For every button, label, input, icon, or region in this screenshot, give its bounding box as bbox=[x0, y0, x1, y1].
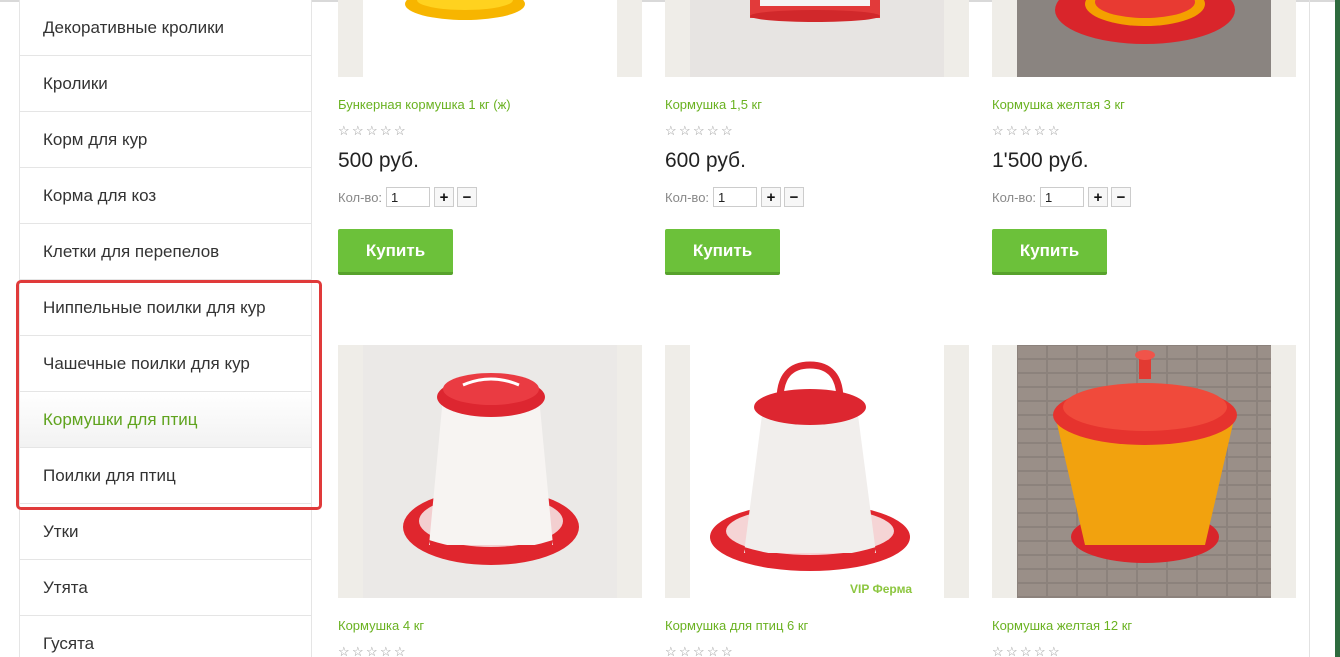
rating-stars[interactable]: ☆ ☆ ☆ ☆ ☆ bbox=[992, 645, 1296, 657]
star-icon[interactable]: ☆ bbox=[721, 124, 733, 137]
sidebar-item-ducklings[interactable]: Утята bbox=[20, 560, 311, 616]
star-icon[interactable]: ☆ bbox=[693, 124, 705, 137]
star-icon[interactable]: ☆ bbox=[721, 645, 733, 657]
sidebar-item-goat-feed[interactable]: Корма для коз bbox=[20, 168, 311, 224]
product-name[interactable]: Кормушка желтая 12 кг bbox=[992, 618, 1296, 636]
star-icon[interactable]: ☆ bbox=[380, 645, 392, 657]
star-icon[interactable]: ☆ bbox=[693, 645, 705, 657]
product-name[interactable]: Кормушка желтая 3 кг bbox=[992, 97, 1296, 115]
quantity-label: Кол-во: bbox=[338, 189, 383, 205]
quantity-control: Кол-во: + − bbox=[665, 187, 969, 207]
sidebar-item-rabbits[interactable]: Кролики bbox=[20, 56, 311, 112]
rating-stars[interactable]: ☆ ☆ ☆ ☆ ☆ bbox=[338, 645, 642, 657]
quantity-control: Кол-во: + − bbox=[992, 187, 1296, 207]
star-icon[interactable]: ☆ bbox=[366, 124, 378, 137]
star-icon[interactable]: ☆ bbox=[1034, 645, 1046, 657]
quantity-control: Кол-во: + − bbox=[338, 187, 642, 207]
decrease-quantity-button[interactable]: − bbox=[457, 187, 478, 207]
star-icon[interactable]: ☆ bbox=[352, 124, 364, 137]
sidebar-item-bird-drinkers[interactable]: Поилки для птиц bbox=[20, 448, 311, 504]
product-name[interactable]: Кормушка 1,5 кг bbox=[665, 97, 969, 115]
star-icon[interactable]: ☆ bbox=[665, 124, 677, 137]
increase-quantity-button[interactable]: + bbox=[1088, 187, 1109, 207]
star-icon[interactable]: ☆ bbox=[665, 645, 677, 657]
star-icon[interactable]: ☆ bbox=[992, 124, 1004, 137]
rating-stars[interactable]: ☆ ☆ ☆ ☆ ☆ bbox=[338, 124, 642, 137]
product-card: Кормушка 4 кг ☆ ☆ ☆ ☆ ☆ bbox=[338, 345, 642, 657]
product-card: Кормушка 1,5 кг ☆☆☆☆☆ 600 руб. Кол-во: +… bbox=[665, 0, 969, 275]
quantity-input[interactable] bbox=[713, 187, 758, 207]
quantity-input[interactable] bbox=[1040, 187, 1085, 207]
product-image[interactable] bbox=[338, 345, 642, 598]
star-icon[interactable]: ☆ bbox=[394, 124, 406, 137]
product-name[interactable]: Кормушка 4 кг bbox=[338, 618, 642, 636]
product-card: Кормушка желтая 3 кг ☆ ☆ ☆ ☆ ☆ 1'500 руб. Ко… bbox=[992, 0, 1296, 275]
star-icon[interactable]: ☆ bbox=[394, 645, 406, 657]
product-image[interactable] bbox=[665, 0, 969, 77]
star-icon[interactable]: ☆ bbox=[1020, 645, 1032, 657]
star-icon[interactable]: ☆ bbox=[1034, 124, 1046, 137]
buy-button[interactable]: Купить bbox=[992, 229, 1107, 275]
content-right-border bbox=[1309, 0, 1310, 657]
product-image[interactable] bbox=[992, 0, 1296, 77]
sidebar-item-nipple-drinkers[interactable]: Ниппельные поилки для кур bbox=[20, 280, 311, 336]
product-price: 1'500 руб. bbox=[992, 149, 1089, 172]
star-icon[interactable]: ☆ bbox=[366, 645, 378, 657]
decrease-quantity-button[interactable]: − bbox=[784, 187, 805, 207]
product-name[interactable]: Бункерная кормушка 1 кг (ж) bbox=[338, 97, 642, 115]
window-edge bbox=[1335, 0, 1340, 657]
star-icon[interactable]: ☆ bbox=[352, 645, 364, 657]
star-icon[interactable]: ☆ bbox=[707, 645, 719, 657]
sidebar-item-chicken-feed[interactable]: Корм для кур bbox=[20, 112, 311, 168]
product-card: Бункерная кормушка 1 кг (ж) ☆ ☆ ☆ ☆ ☆ 500 ру… bbox=[338, 0, 642, 275]
star-icon[interactable]: ☆ bbox=[707, 124, 719, 137]
increase-quantity-button[interactable]: + bbox=[434, 187, 455, 207]
increase-quantity-button[interactable]: + bbox=[761, 187, 782, 207]
sidebar-item-goslings[interactable]: Гусята bbox=[20, 616, 311, 657]
quantity-input[interactable] bbox=[386, 187, 431, 207]
product-name[interactable]: Кормушка для птиц 6 кг bbox=[665, 618, 969, 636]
product-card: VIP Ферма Кормушка для птиц 6 кг ☆ ☆ ☆ ☆ ☆ bbox=[665, 345, 969, 657]
product-image[interactable]: VIP Ферма bbox=[665, 345, 969, 598]
rating-stars[interactable]: ☆ ☆ ☆ ☆ ☆ bbox=[665, 124, 969, 137]
star-icon[interactable]: ☆ bbox=[1006, 645, 1018, 657]
sidebar-item-quail-cages[interactable]: Клетки для перепелов bbox=[20, 224, 311, 280]
buy-button[interactable]: Купить bbox=[665, 229, 780, 275]
product-price: 500 руб. bbox=[338, 149, 419, 172]
quantity-label: Кол-во: bbox=[992, 189, 1037, 205]
star-icon[interactable]: ☆ bbox=[1020, 124, 1032, 137]
star-icon[interactable]: ☆ bbox=[1006, 124, 1018, 137]
star-icon[interactable]: ☆ bbox=[338, 124, 350, 137]
product-image[interactable] bbox=[338, 0, 642, 77]
product-card: Кормушка желтая 12 кг ☆ ☆ ☆ ☆ ☆ bbox=[992, 345, 1296, 657]
sidebar-item-bird-feeders[interactable]: Кормушки для птиц bbox=[20, 392, 311, 448]
star-icon[interactable]: ☆ bbox=[1048, 645, 1060, 657]
watermark-logo: VIP Ферма bbox=[850, 582, 912, 596]
star-icon[interactable]: ☆ bbox=[338, 645, 350, 657]
product-price: 600 руб. bbox=[665, 149, 746, 172]
category-sidebar: Декоративные кролики Кролики Корм для ку… bbox=[19, 0, 312, 657]
star-icon[interactable]: ☆ bbox=[679, 124, 691, 137]
buy-button[interactable]: Купить bbox=[338, 229, 453, 275]
star-icon[interactable]: ☆ bbox=[380, 124, 392, 137]
rating-stars[interactable]: ☆ ☆ ☆ ☆ ☆ bbox=[992, 124, 1296, 137]
decrease-quantity-button[interactable]: − bbox=[1111, 187, 1132, 207]
sidebar-item-cup-drinkers[interactable]: Чашечные поилки для кур bbox=[20, 336, 311, 392]
rating-stars[interactable]: ☆ ☆ ☆ ☆ ☆ bbox=[665, 645, 969, 657]
sidebar-item-ducks[interactable]: Утки bbox=[20, 504, 311, 560]
product-image[interactable] bbox=[992, 345, 1296, 598]
star-icon[interactable]: ☆ bbox=[679, 645, 691, 657]
quantity-label: Кол-во: bbox=[665, 189, 710, 205]
sidebar-item-decorative-rabbits[interactable]: Декоративные кролики bbox=[20, 0, 311, 56]
star-icon[interactable]: ☆ bbox=[1048, 124, 1060, 137]
star-icon[interactable]: ☆ bbox=[992, 645, 1004, 657]
